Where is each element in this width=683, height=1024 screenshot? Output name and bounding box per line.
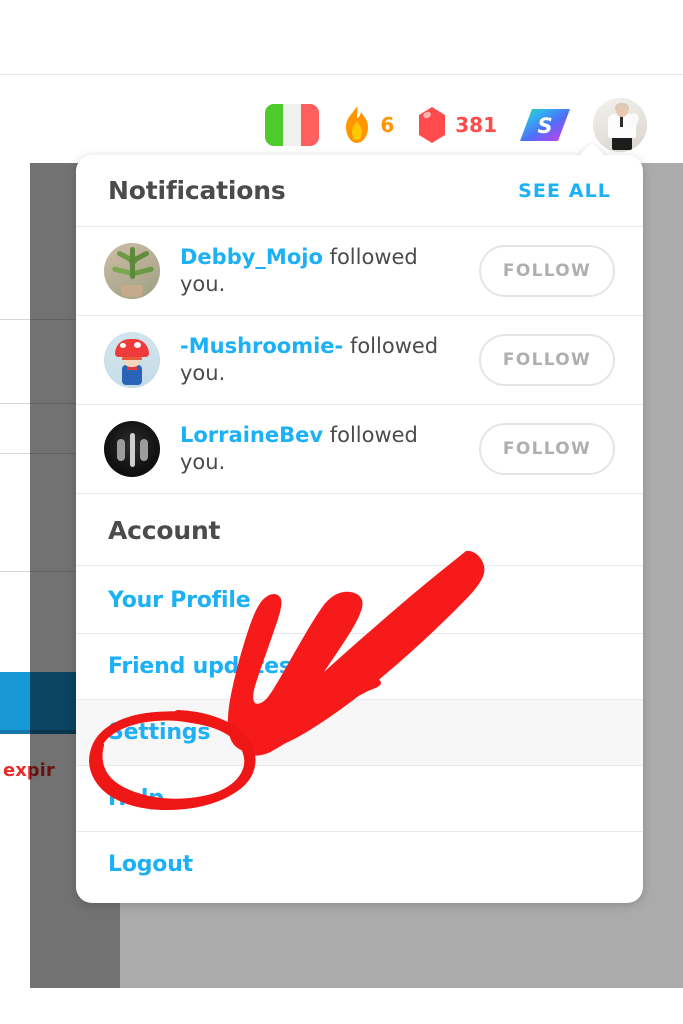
streak-counter[interactable]: 6 xyxy=(341,105,394,145)
background-field-label: ord xyxy=(0,428,1,457)
menu-item-friend-updates[interactable]: Friend updates xyxy=(76,634,643,700)
menu-item-logout[interactable]: Logout xyxy=(76,832,643,903)
avatar-head xyxy=(616,105,628,117)
dropdown-notch xyxy=(578,142,606,156)
account-section-title: Account xyxy=(76,494,643,566)
notification-row[interactable]: LorraineBev followed you. FOLLOW xyxy=(76,405,643,494)
see-all-link[interactable]: SEE ALL xyxy=(518,180,611,202)
gems-counter[interactable]: 381 xyxy=(416,106,497,144)
dark-mask-avatar[interactable] xyxy=(104,421,160,477)
mushroom-avatar[interactable] xyxy=(104,332,160,388)
notifications-header: Notifications SEE ALL xyxy=(76,155,643,227)
follow-button[interactable]: FOLLOW xyxy=(479,334,615,386)
streak-count: 6 xyxy=(380,113,395,137)
gem-count: 381 xyxy=(455,113,497,137)
super-duolingo-icon: S xyxy=(519,108,571,142)
header-divider xyxy=(0,74,683,75)
avatar-legs xyxy=(612,137,632,150)
notification-row[interactable]: -Mushroomie- followed you. FOLLOW xyxy=(76,316,643,405)
follow-button[interactable]: FOLLOW xyxy=(479,423,615,475)
notification-username[interactable]: Debby_Mojo xyxy=(180,245,323,269)
streak-flame-icon xyxy=(341,105,373,145)
menu-item-your-profile[interactable]: Your Profile xyxy=(76,566,643,634)
menu-item-help[interactable]: Help xyxy=(76,766,643,832)
notification-text: Debby_Mojo followed you. xyxy=(180,244,459,298)
plant-avatar[interactable] xyxy=(104,243,160,299)
notification-text: LorraineBev followed you. xyxy=(180,422,459,476)
profile-dropdown-panel: Notifications SEE ALL Debby_Mojo followe… xyxy=(76,155,643,903)
italian-flag-icon xyxy=(265,104,320,146)
notification-row[interactable]: Debby_Mojo followed you. FOLLOW xyxy=(76,227,643,316)
menu-item-settings[interactable]: Settings xyxy=(76,700,643,766)
notifications-title: Notifications xyxy=(108,176,286,205)
notification-username[interactable]: LorraineBev xyxy=(180,423,323,447)
language-flag-button[interactable] xyxy=(265,104,320,146)
svg-text:S: S xyxy=(537,114,552,138)
follow-button[interactable]: FOLLOW xyxy=(479,245,615,297)
notification-username[interactable]: -Mushroomie- xyxy=(180,334,343,358)
super-duolingo-button[interactable]: S xyxy=(519,108,571,142)
notification-text: -Mushroomie- followed you. xyxy=(180,333,459,387)
gem-icon xyxy=(416,106,448,144)
